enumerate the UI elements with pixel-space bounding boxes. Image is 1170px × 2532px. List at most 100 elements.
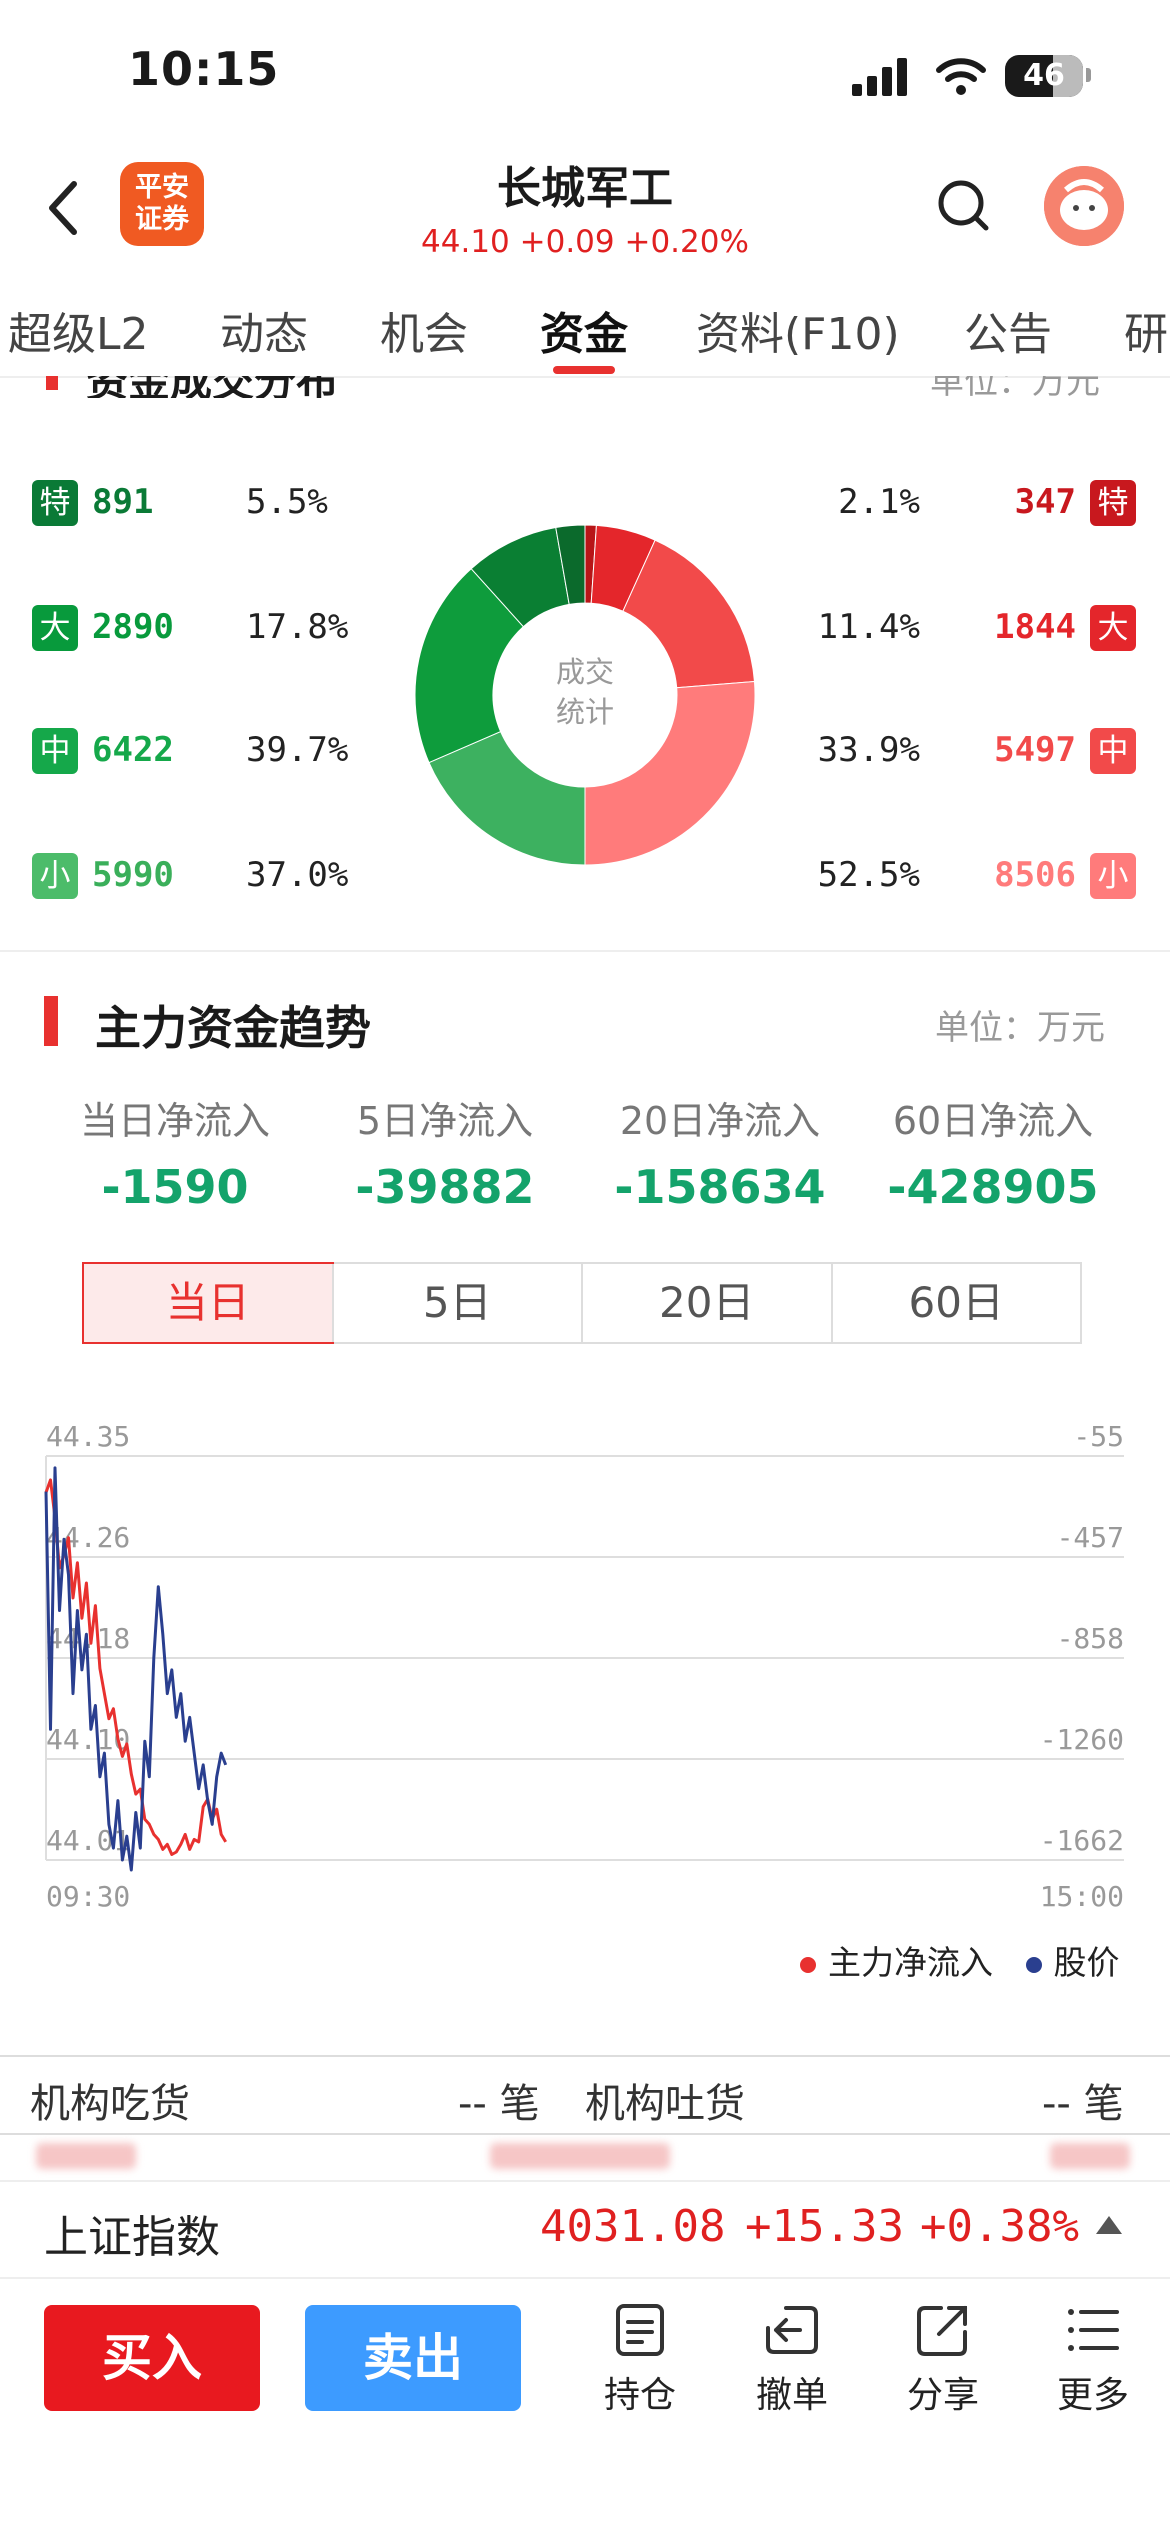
sell-pct-small: 52.5% [817, 855, 920, 895]
cancel-order-icon [766, 2306, 818, 2354]
holdings-label: 持仓 [603, 2375, 676, 2416]
blurred-text [1050, 2143, 1130, 2169]
buy-badge-medium: 中 [32, 728, 78, 774]
donut-center-line2: 统计 [555, 695, 614, 729]
battery-cap [1086, 68, 1091, 82]
period-tab-5d[interactable]: 5日 [331, 1264, 582, 1342]
institution-eat-label: 机构吃货 [30, 2081, 190, 2127]
period-tab-today[interactable]: 当日 [82, 1262, 334, 1344]
flow-label-today: 当日净流入 [79, 1099, 270, 1143]
search-icon[interactable] [936, 178, 992, 234]
buy-button[interactable]: 买入 [44, 2305, 260, 2411]
tab-funds[interactable]: 资金 [540, 298, 628, 362]
tab-dynamics[interactable]: 动态 [220, 298, 308, 362]
sell-amount-super: 347 [1014, 482, 1076, 522]
legend-label-flow: 主力净流入 [828, 1943, 993, 1982]
status-time: 10:15 [128, 42, 280, 96]
sell-amount-small: 8506 [994, 855, 1076, 895]
buy-pct-small: 37.0% [246, 855, 349, 895]
flow-tick-label: -457 [1057, 1521, 1124, 1554]
section-marker [44, 996, 58, 1046]
more-icon [1068, 2309, 1119, 2351]
section-marker [46, 376, 58, 390]
index-value: 4031.08 [540, 2201, 726, 2252]
price-tick-label: 44.01 [46, 1824, 130, 1857]
more-button[interactable]: 更多 [1038, 2300, 1148, 2418]
institution-row: 机构吃货 -- 笔 机构吐货 -- 笔 [0, 2055, 1170, 2135]
buy-pct-medium: 39.7% [246, 730, 349, 770]
tab-super-l2[interactable]: 超级L2 [8, 298, 149, 362]
period-tab-60d[interactable]: 60日 [830, 1264, 1081, 1342]
wifi-icon [936, 58, 986, 95]
battery-icon: 46 [1005, 55, 1083, 97]
flow-label-20d: 20日净流入 [619, 1099, 821, 1143]
sell-pct-large: 11.4% [817, 607, 920, 647]
blurred-text [36, 2143, 136, 2169]
legend-dot-price [1025, 1956, 1042, 1973]
buy-amount-medium: 6422 [92, 730, 174, 770]
tab-announcements[interactable]: 公告 [964, 298, 1052, 362]
flow-tick-label: -55 [1073, 1420, 1124, 1453]
period-tabs: 当日 5日 20日 60日 [82, 1262, 1082, 1344]
sell-badge-large: 大 [1090, 605, 1136, 651]
stock-quote: 44.10 +0.09 +0.20% [421, 224, 749, 260]
tab-bar: 超级L2 动态 机会 资金 资料(F10) 公告 研 [0, 268, 1170, 378]
cancel-order-label: 撤单 [755, 2375, 828, 2416]
mascot-icon [1044, 166, 1124, 246]
sell-badge-medium: 中 [1090, 728, 1136, 774]
flow-tick-label: -1662 [1040, 1824, 1124, 1857]
index-change-pct: +0.38% [920, 2201, 1079, 2252]
cellular-signal-icon [852, 58, 907, 96]
tab-opportunities[interactable]: 机会 [380, 298, 468, 362]
stock-name: 长城军工 [497, 163, 673, 214]
time-axis-label: 09:30 [46, 1880, 130, 1913]
holdings-button[interactable]: 持仓 [585, 2300, 695, 2418]
flow-tick-label: -1260 [1040, 1723, 1124, 1756]
flow-label-60d: 60日净流入 [892, 1099, 1094, 1143]
tab-f10[interactable]: 资料(F10) [696, 298, 900, 362]
sell-badge-super: 特 [1090, 480, 1136, 526]
sell-amount-medium: 5497 [994, 730, 1076, 770]
tab-research[interactable]: 研 [1124, 298, 1168, 362]
time-axis-label: 15:00 [1040, 1880, 1124, 1913]
buy-pct-super: 5.5% [246, 482, 328, 522]
distribution-unit-clip: 单位：万元 [930, 376, 1130, 396]
sell-badge-small: 小 [1090, 853, 1136, 899]
sell-button[interactable]: 卖出 [305, 2305, 521, 2411]
flow-tick-label: -858 [1057, 1622, 1124, 1655]
flow-value-today: -1590 [101, 1160, 249, 1214]
holdings-icon [616, 2304, 664, 2356]
main-force-chart: 44.35 -5544.26 -45744.18 -85844.10 -126044.0… [44, 1420, 1124, 1913]
period-tab-20d[interactable]: 20日 [581, 1264, 831, 1342]
flow-value-60d: -428905 [887, 1160, 1099, 1214]
buy-amount-large: 2890 [92, 607, 174, 647]
tab-underline [553, 366, 615, 374]
flow-label-5d: 5日净流入 [356, 1099, 534, 1143]
share-button[interactable]: 分享 [888, 2300, 998, 2418]
expand-up-icon[interactable] [1096, 2216, 1122, 2234]
institution-spit-value: -- 笔 [1042, 2081, 1124, 2127]
buy-badge-small: 小 [32, 853, 78, 899]
section-divider [0, 950, 1170, 952]
sell-pct-super: 2.1% [838, 482, 920, 522]
buy-amount-super: 891 [92, 482, 154, 522]
buy-badge-large: 大 [32, 605, 78, 651]
flow-value-20d: -158634 [614, 1160, 826, 1214]
avatar[interactable] [1044, 166, 1124, 246]
index-name: 上证指数 [44, 2212, 220, 2263]
sell-amount-large: 1844 [994, 607, 1076, 647]
share-icon [917, 2306, 967, 2356]
main-force-title: 主力资金趋势 [95, 1001, 371, 1055]
buy-pct-large: 17.8% [246, 607, 349, 647]
blurred-text [490, 2143, 670, 2169]
cancel-order-button[interactable]: 撤单 [737, 2300, 847, 2418]
institution-spit-label: 机构吐货 [585, 2081, 745, 2127]
flow-value-5d: -39882 [355, 1160, 535, 1214]
donut-center-line1: 成交 [555, 655, 614, 689]
index-change: +15.33 [745, 2201, 904, 2252]
legend-dot-flow [800, 1956, 816, 1973]
distribution-unit: 单位：万元 [930, 376, 1100, 396]
chart-legend: 主力净流入 股价 [800, 1936, 1120, 1984]
main-force-unit: 单位：万元 [935, 1008, 1105, 1048]
more-label: 更多 [1056, 2375, 1129, 2416]
